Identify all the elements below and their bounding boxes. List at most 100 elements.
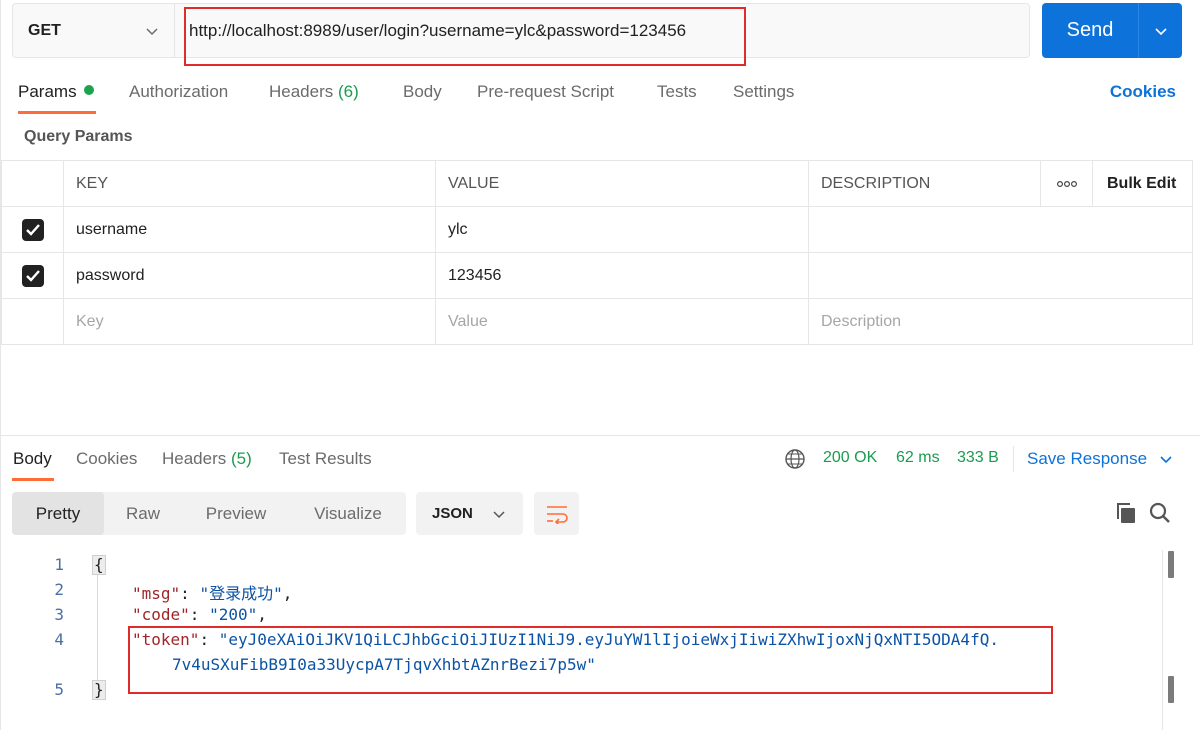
request-bar: GET http://localhost:8989/user/login?use… — [12, 3, 1030, 58]
resp-tab-cookies[interactable]: Cookies — [76, 449, 137, 469]
wrap-lines-icon — [546, 505, 568, 524]
line-number: 1 — [54, 555, 64, 574]
value-column-header: VALUE — [435, 160, 809, 207]
line-number: 3 — [54, 605, 64, 624]
response-status[interactable]: 200 OK — [823, 449, 877, 467]
new-description-input[interactable]: Description — [808, 298, 1193, 345]
response-size[interactable]: 333 B — [957, 449, 999, 467]
line-number: 2 — [54, 580, 64, 599]
new-value-input[interactable]: Value — [435, 298, 809, 345]
row-checkbox[interactable] — [21, 218, 44, 241]
scrollbar-thumb[interactable] — [1168, 676, 1174, 703]
response-tabs: Body Cookies Headers (5) Test Results 20… — [0, 440, 1200, 484]
cookies-link[interactable]: Cookies — [1110, 82, 1176, 102]
code-line: { — [92, 555, 106, 575]
bulk-edit-button[interactable]: Bulk Edit — [1092, 160, 1193, 207]
json-string: 7v4uSXuFibB9I0a33UycpA7TjqvXhbtAZnrBezi7… — [172, 655, 596, 674]
tab-params-label: Params — [18, 82, 77, 101]
method-select[interactable]: GET — [13, 4, 175, 57]
more-options-button[interactable] — [1040, 160, 1093, 207]
response-body-code[interactable]: 1 { 2 "msg": "登录成功", 3 "code": "200", 4 … — [0, 550, 1178, 730]
new-key-input[interactable]: Key — [63, 298, 436, 345]
row-checkbox-cell — [1, 252, 64, 299]
chevron-down-icon — [1154, 27, 1167, 35]
view-visualize-button[interactable]: Visualize — [290, 492, 406, 535]
row-checkbox[interactable] — [21, 264, 44, 287]
line-number: 5 — [54, 680, 64, 699]
send-button-group: Send — [1042, 3, 1182, 58]
table-header-row: KEY VALUE DESCRIPTION Bulk Edit — [1, 160, 1193, 207]
resp-tab-test-results[interactable]: Test Results — [279, 449, 372, 469]
save-response-label: Save Response — [1027, 449, 1148, 468]
tab-body[interactable]: Body — [403, 82, 442, 102]
view-mode-selector: Pretty Raw Preview Visualize — [12, 492, 406, 535]
json-string: "200" — [209, 605, 258, 624]
description-column-header: DESCRIPTION — [808, 160, 1041, 207]
response-time[interactable]: 62 ms — [896, 449, 940, 467]
active-tab-underline — [18, 111, 96, 114]
view-preview-button[interactable]: Preview — [182, 492, 290, 535]
format-label: JSON — [432, 505, 473, 522]
tab-tests[interactable]: Tests — [657, 82, 697, 102]
resp-tab-headers-label: Headers — [162, 449, 227, 468]
tab-headers[interactable]: Headers (6) — [269, 82, 359, 102]
tab-prerequest-script[interactable]: Pre-request Script — [477, 82, 614, 102]
close-brace: } — [92, 680, 106, 700]
active-tab-underline — [12, 478, 54, 481]
json-key: "msg" — [132, 584, 181, 603]
chevron-down-icon — [493, 510, 505, 518]
params-active-dot — [83, 85, 94, 95]
chevron-down-icon — [146, 27, 158, 35]
code-line: "code": "200", — [132, 605, 267, 624]
code-line: "msg": "登录成功", — [132, 584, 293, 603]
checkmark-icon — [25, 223, 40, 236]
globe-icon[interactable] — [784, 448, 806, 470]
param-key-cell[interactable]: username — [63, 206, 436, 253]
view-raw-button[interactable]: Raw — [104, 492, 182, 535]
line-number: 4 — [54, 630, 64, 649]
separator — [1013, 446, 1014, 472]
response-divider[interactable] — [0, 435, 1200, 436]
select-column-header — [1, 160, 64, 207]
checkmark-icon — [25, 269, 40, 282]
param-value-cell[interactable]: ylc — [435, 206, 809, 253]
search-icon[interactable] — [1148, 501, 1172, 525]
save-response-button[interactable]: Save Response — [1027, 449, 1172, 469]
json-key: "token" — [132, 630, 200, 649]
code-line: } — [92, 680, 106, 700]
view-pretty-button[interactable]: Pretty — [12, 492, 104, 535]
key-column-header: KEY — [63, 160, 436, 207]
url-input[interactable]: http://localhost:8989/user/login?usernam… — [175, 4, 1029, 57]
wrap-lines-button[interactable] — [534, 492, 579, 535]
open-brace: { — [92, 555, 106, 575]
tab-authorization[interactable]: Authorization — [129, 82, 228, 102]
scrollbar-thumb[interactable] — [1168, 551, 1174, 578]
method-label: GET — [28, 21, 61, 39]
more-horizontal-icon — [1056, 180, 1077, 187]
tab-params[interactable]: Params — [18, 82, 94, 102]
chevron-down-icon — [1160, 456, 1172, 464]
table-row: password 123456 — [1, 252, 1193, 299]
table-row: username ylc — [1, 206, 1193, 253]
param-value-cell[interactable]: 123456 — [435, 252, 809, 299]
resp-tab-headers[interactable]: Headers (5) — [162, 449, 252, 469]
table-row-empty: Key Value Description — [1, 298, 1193, 345]
param-key-cell[interactable]: password — [63, 252, 436, 299]
param-description-cell[interactable] — [808, 206, 1193, 253]
tab-settings[interactable]: Settings — [733, 82, 794, 102]
format-select[interactable]: JSON — [416, 492, 523, 535]
query-params-table: KEY VALUE DESCRIPTION Bulk Edit username… — [1, 160, 1193, 345]
code-line: "token": "eyJ0eXAiOiJKV1QiLCJhbGciOiJIUz… — [132, 630, 999, 649]
send-options-button[interactable] — [1138, 3, 1182, 58]
param-description-cell[interactable] — [808, 252, 1193, 299]
row-checkbox-cell — [1, 206, 64, 253]
copy-icon[interactable] — [1114, 501, 1138, 525]
tab-headers-count: (6) — [338, 82, 359, 101]
send-button[interactable]: Send — [1042, 3, 1138, 58]
json-key: "code" — [132, 605, 190, 624]
resp-tab-headers-count: (5) — [231, 449, 252, 468]
json-string: "eyJ0eXAiOiJKV1QiLCJhbGciOiJIUzI1NiJ9.ey… — [218, 630, 999, 649]
json-string: "登录成功" — [199, 584, 283, 603]
code-line-wrapped: 7v4uSXuFibB9I0a33UycpA7TjqvXhbtAZnrBezi7… — [172, 655, 596, 674]
resp-tab-body[interactable]: Body — [13, 449, 52, 469]
